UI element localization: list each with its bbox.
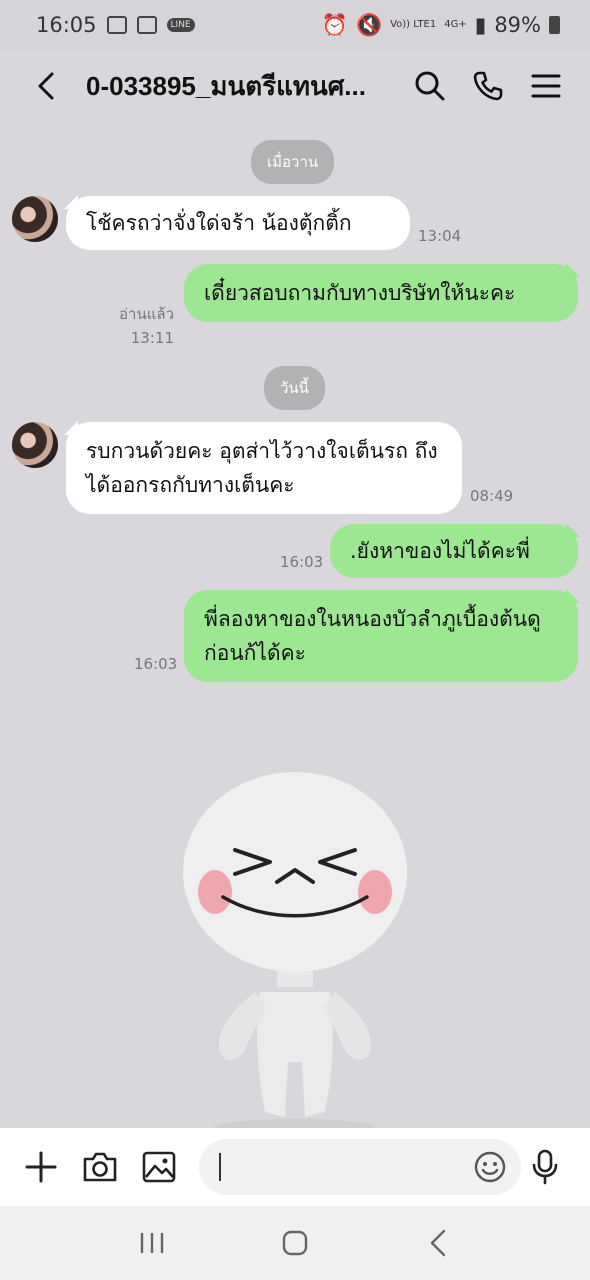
volte-icon: Vo)) LTE1 <box>390 19 437 30</box>
read-label: อ่านแล้ว <box>119 305 174 323</box>
home-button[interactable] <box>270 1218 320 1268</box>
chat-area[interactable]: เมื่อวาน โช้ครถว่าจั่งใด่จร้า น้องตุ้กติ… <box>0 122 590 1128</box>
home-icon <box>282 1230 308 1256</box>
emoji-icon[interactable] <box>473 1150 507 1184</box>
voice-message-button[interactable] <box>526 1148 564 1186</box>
line-notification-icon: LINE <box>166 18 195 32</box>
battery-icon <box>549 16 560 34</box>
search-button[interactable] <box>410 66 450 106</box>
image-icon <box>142 1151 176 1183</box>
message-bubble-outgoing[interactable]: เดี๋ยวสอบถามกับทางบริษัทให้นะคะ <box>184 263 580 322</box>
recent-apps-button[interactable] <box>127 1218 177 1268</box>
avatar[interactable] <box>12 422 58 468</box>
network-type-icon: 4G+ <box>444 19 467 30</box>
gallery-notification-icon <box>106 16 127 34</box>
back-button[interactable] <box>26 66 66 106</box>
status-time: 16:05 <box>36 13 97 37</box>
mute-icon: 🔇 <box>355 12 383 37</box>
message-time: 13:04 <box>418 227 462 245</box>
signal-icon: ▮ <box>474 13 487 37</box>
back-nav-button[interactable] <box>413 1218 463 1268</box>
message-bubble-incoming[interactable]: โช้ครถว่าจั่งใด่จร้า น้องตุ้กติ้ก <box>64 195 410 250</box>
plus-icon <box>25 1151 57 1183</box>
message-time: 08:49 <box>470 487 514 505</box>
battery-percent: 89% <box>494 13 541 37</box>
chat-header: 0-033895_มนตรีแทนศ... <box>0 50 590 122</box>
message-input-bar <box>0 1128 590 1206</box>
message-bubble-outgoing[interactable]: พี่ลองหาของในหนองบัวลำภูเบื้องต้นดูก่อนก… <box>184 589 580 682</box>
voicemail-notification-icon <box>136 16 157 34</box>
phone-icon <box>473 71 503 101</box>
chat-title: 0-033895_มนตรีแทนศ... <box>86 70 366 101</box>
message-bubble-outgoing[interactable]: .ยังหาของไม่ได้คะพี่ <box>330 523 580 578</box>
date-separator-today: วันนี้ <box>264 366 325 410</box>
message-time: 16:03 <box>134 655 178 673</box>
message-input[interactable] <box>219 1156 473 1178</box>
message-time: 13:11 <box>130 329 174 347</box>
chevron-left-icon <box>38 72 54 100</box>
alarm-icon: ⏰ <box>321 12 348 37</box>
status-bar: 16:05 LINE ⏰ 🔇 Vo)) LTE1 4G+ ▮ 89% <box>0 0 590 50</box>
hamburger-menu-icon <box>531 74 561 98</box>
text-cursor <box>219 1153 221 1181</box>
chevron-left-icon <box>431 1229 446 1257</box>
call-button[interactable] <box>468 66 508 106</box>
gallery-button[interactable] <box>140 1148 178 1186</box>
date-separator-yesterday: เมื่อวาน <box>251 140 335 184</box>
recent-apps-icon <box>140 1233 163 1253</box>
message-bubble-incoming[interactable]: รบกวนด้วยคะ อุตส่าไว้วางใจเต็นรถ ถึงได้อ… <box>64 421 462 514</box>
message-field[interactable] <box>199 1139 521 1195</box>
add-button[interactable] <box>22 1148 60 1186</box>
system-navigation-bar <box>0 1206 590 1280</box>
menu-button[interactable] <box>526 66 566 106</box>
microphone-icon <box>532 1149 558 1185</box>
avatar[interactable] <box>12 196 58 242</box>
camera-icon <box>83 1152 117 1182</box>
moon-character-illustration <box>183 772 407 1128</box>
message-time: 16:03 <box>280 553 324 571</box>
search-icon <box>415 71 445 101</box>
camera-button[interactable] <box>81 1148 119 1186</box>
message-read-status: อ่านแล้ว 13:11 <box>110 304 174 348</box>
